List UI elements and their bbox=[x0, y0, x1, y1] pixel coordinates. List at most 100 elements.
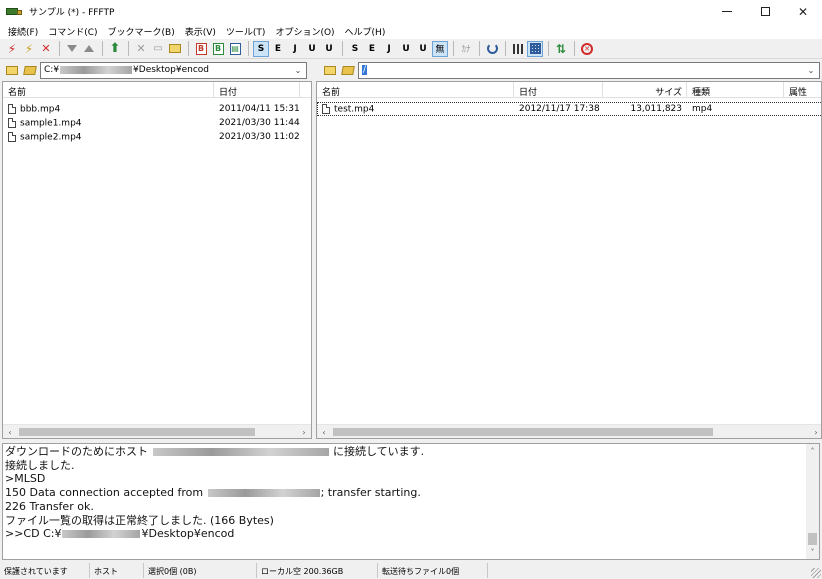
file-size: 13,011,823 bbox=[630, 104, 682, 114]
sync-folder-button[interactable]: ⇅ bbox=[553, 41, 569, 57]
folder-up-icon bbox=[324, 65, 336, 75]
log-line: ファイル一覧の取得は正常終了しました. (166 Bytes) bbox=[5, 513, 274, 527]
redacted-host bbox=[152, 448, 329, 456]
host-kanji-jis-button[interactable]: J bbox=[287, 41, 303, 57]
auto-mode-button[interactable]: ▤ bbox=[227, 41, 243, 57]
local-file-list[interactable]: 名前 日付 bbb.mp4 2011/04/11 15:31 sample1.m… bbox=[2, 81, 312, 439]
no-conversion-icon: 無 bbox=[435, 45, 445, 55]
scroll-right-icon[interactable]: › bbox=[810, 426, 821, 438]
log-line: 226 Transfer ok. bbox=[5, 499, 94, 513]
binary-mode-button[interactable]: B bbox=[193, 41, 209, 57]
download-button[interactable] bbox=[64, 41, 80, 57]
remote-col-size[interactable]: サイズ bbox=[603, 82, 687, 98]
file-type: mp4 bbox=[692, 104, 713, 114]
local-sjis-icon: S bbox=[351, 43, 359, 54]
remote-col-date[interactable]: 日付 bbox=[514, 82, 603, 98]
local-kanji-utf8-button[interactable]: U bbox=[398, 41, 414, 57]
table-row[interactable]: sample1.mp4 2021/03/30 11:44 bbox=[3, 116, 311, 130]
file-name: test.mp4 bbox=[334, 104, 375, 115]
scroll-thumb[interactable] bbox=[19, 428, 255, 436]
local-kanji-sjis-button[interactable]: S bbox=[347, 41, 363, 57]
toolbar-separator bbox=[188, 41, 189, 56]
toolbar-separator bbox=[479, 41, 480, 56]
host-kanji-utf8bom-button[interactable]: U bbox=[321, 41, 337, 57]
menu-options[interactable]: オプション(O) bbox=[270, 25, 339, 38]
connect-button[interactable]: ⚡ bbox=[4, 41, 20, 57]
scroll-left-icon[interactable]: ‹ bbox=[4, 426, 16, 438]
menu-connect[interactable]: 接続(F) bbox=[3, 25, 43, 38]
disconnect-button[interactable]: ✕ bbox=[38, 41, 54, 57]
local-col-name[interactable]: 名前 bbox=[3, 82, 214, 98]
menu-help[interactable]: ヘルプ(H) bbox=[340, 25, 391, 38]
kanji-none-button[interactable]: 無 bbox=[432, 40, 448, 57]
detail-view-button[interactable] bbox=[527, 40, 543, 57]
list-view-button[interactable] bbox=[510, 41, 526, 57]
local-open-folder-button[interactable] bbox=[22, 62, 38, 78]
menu-view[interactable]: 表示(V) bbox=[180, 25, 221, 38]
file-name: sample2.mp4 bbox=[20, 132, 82, 143]
chevron-down-icon[interactable]: ⌄ bbox=[805, 64, 817, 77]
menu-bookmark[interactable]: ブックマーク(B) bbox=[103, 25, 180, 38]
local-rows: bbb.mp4 2011/04/11 15:31 sample1.mp4 202… bbox=[3, 102, 311, 144]
menu-tools[interactable]: ツール(T) bbox=[221, 25, 271, 38]
menu-command[interactable]: コマンド(C) bbox=[43, 25, 102, 38]
quick-connect-button[interactable]: ⚡ bbox=[21, 41, 37, 57]
host-kanji-utf8-button[interactable]: U bbox=[304, 41, 320, 57]
kana-convert-button[interactable]: ｶﾅ bbox=[458, 41, 474, 57]
refresh-button[interactable] bbox=[484, 41, 500, 57]
toolbar-separator bbox=[59, 41, 60, 56]
table-row[interactable]: bbb.mp4 2011/04/11 15:31 bbox=[3, 102, 311, 116]
toolbar-separator bbox=[102, 41, 103, 56]
remote-horizontal-scrollbar[interactable]: ‹ › bbox=[317, 424, 821, 438]
remote-open-folder-button[interactable] bbox=[340, 62, 356, 78]
local-horizontal-scrollbar[interactable]: ‹ › bbox=[3, 424, 311, 438]
connect-icon: ⚡ bbox=[7, 41, 17, 56]
mirror-upload-button[interactable]: ⬆ bbox=[107, 41, 123, 57]
chevron-down-icon[interactable]: ⌄ bbox=[292, 64, 304, 77]
abort-button[interactable]: ✕ bbox=[579, 41, 595, 57]
utf8bom-icon: U bbox=[325, 43, 333, 54]
ascii-mode-icon: B bbox=[212, 42, 224, 55]
toolbar-separator bbox=[574, 41, 575, 56]
mkdir-button[interactable] bbox=[167, 41, 183, 57]
scroll-down-icon[interactable]: ˅ bbox=[807, 546, 818, 558]
host-kanji-euc-button[interactable]: E bbox=[270, 41, 286, 57]
scroll-thumb[interactable] bbox=[808, 533, 817, 545]
scroll-left-icon[interactable]: ‹ bbox=[318, 426, 330, 438]
status-host: ホスト bbox=[90, 563, 144, 578]
local-parent-folder-button[interactable] bbox=[4, 62, 20, 78]
scroll-thumb[interactable] bbox=[333, 428, 713, 436]
local-kanji-utf8bom-button[interactable]: U bbox=[415, 41, 431, 57]
maximize-button[interactable] bbox=[746, 0, 784, 23]
kana-icon: ｶﾅ bbox=[461, 45, 471, 55]
log-window[interactable]: ダウンロードのためにホスト に接続しています. 接続しました. >MLSD 15… bbox=[2, 443, 820, 560]
remote-parent-folder-button[interactable] bbox=[322, 62, 338, 78]
upload-button[interactable] bbox=[81, 41, 97, 57]
remote-file-list[interactable]: 名前 日付 サイズ 種類 属性 test.mp4 2012/11/17 17:3… bbox=[316, 81, 822, 439]
remote-col-type[interactable]: 種類 bbox=[687, 82, 784, 98]
local-kanji-jis-button[interactable]: J bbox=[381, 41, 397, 57]
remote-col-attr[interactable]: 属性 bbox=[784, 82, 821, 98]
scroll-up-icon[interactable]: ˄ bbox=[807, 445, 818, 457]
sync-folder-icon: ⇅ bbox=[555, 41, 567, 56]
resize-grip-icon[interactable] bbox=[811, 568, 821, 578]
minimize-button[interactable] bbox=[708, 0, 746, 23]
local-col-date[interactable]: 日付 bbox=[214, 82, 300, 98]
local-kanji-euc-button[interactable]: E bbox=[364, 41, 380, 57]
host-kanji-sjis-button[interactable]: S bbox=[253, 40, 269, 57]
scroll-right-icon[interactable]: › bbox=[298, 426, 310, 438]
status-queue: 転送待ちファイル0個 bbox=[378, 563, 488, 578]
close-button[interactable]: ✕ bbox=[784, 0, 822, 23]
status-bar: 保護されています ホスト 選択0個 (0B) ローカル空 200.36GB 転送… bbox=[0, 562, 822, 579]
local-path-combo[interactable]: C:¥ ¥Desktop¥encod ⌄ bbox=[40, 61, 307, 79]
rename-button[interactable]: ▭ bbox=[150, 41, 166, 57]
table-row[interactable]: test.mp4 2012/11/17 17:38 13,011,823 mp4 bbox=[317, 102, 821, 116]
table-row[interactable]: sample2.mp4 2021/03/30 11:02 bbox=[3, 130, 311, 144]
log-line: ダウンロードのためにホスト に接続しています. bbox=[5, 445, 425, 458]
delete-button[interactable]: ✕ bbox=[133, 41, 149, 57]
remote-col-name[interactable]: 名前 bbox=[317, 82, 514, 98]
remote-path-combo[interactable]: / ⌄ bbox=[358, 61, 820, 79]
utf8-icon: U bbox=[308, 43, 316, 54]
ascii-mode-button[interactable]: B bbox=[210, 41, 226, 57]
log-vertical-scrollbar[interactable]: ˄ ˅ bbox=[806, 444, 819, 559]
